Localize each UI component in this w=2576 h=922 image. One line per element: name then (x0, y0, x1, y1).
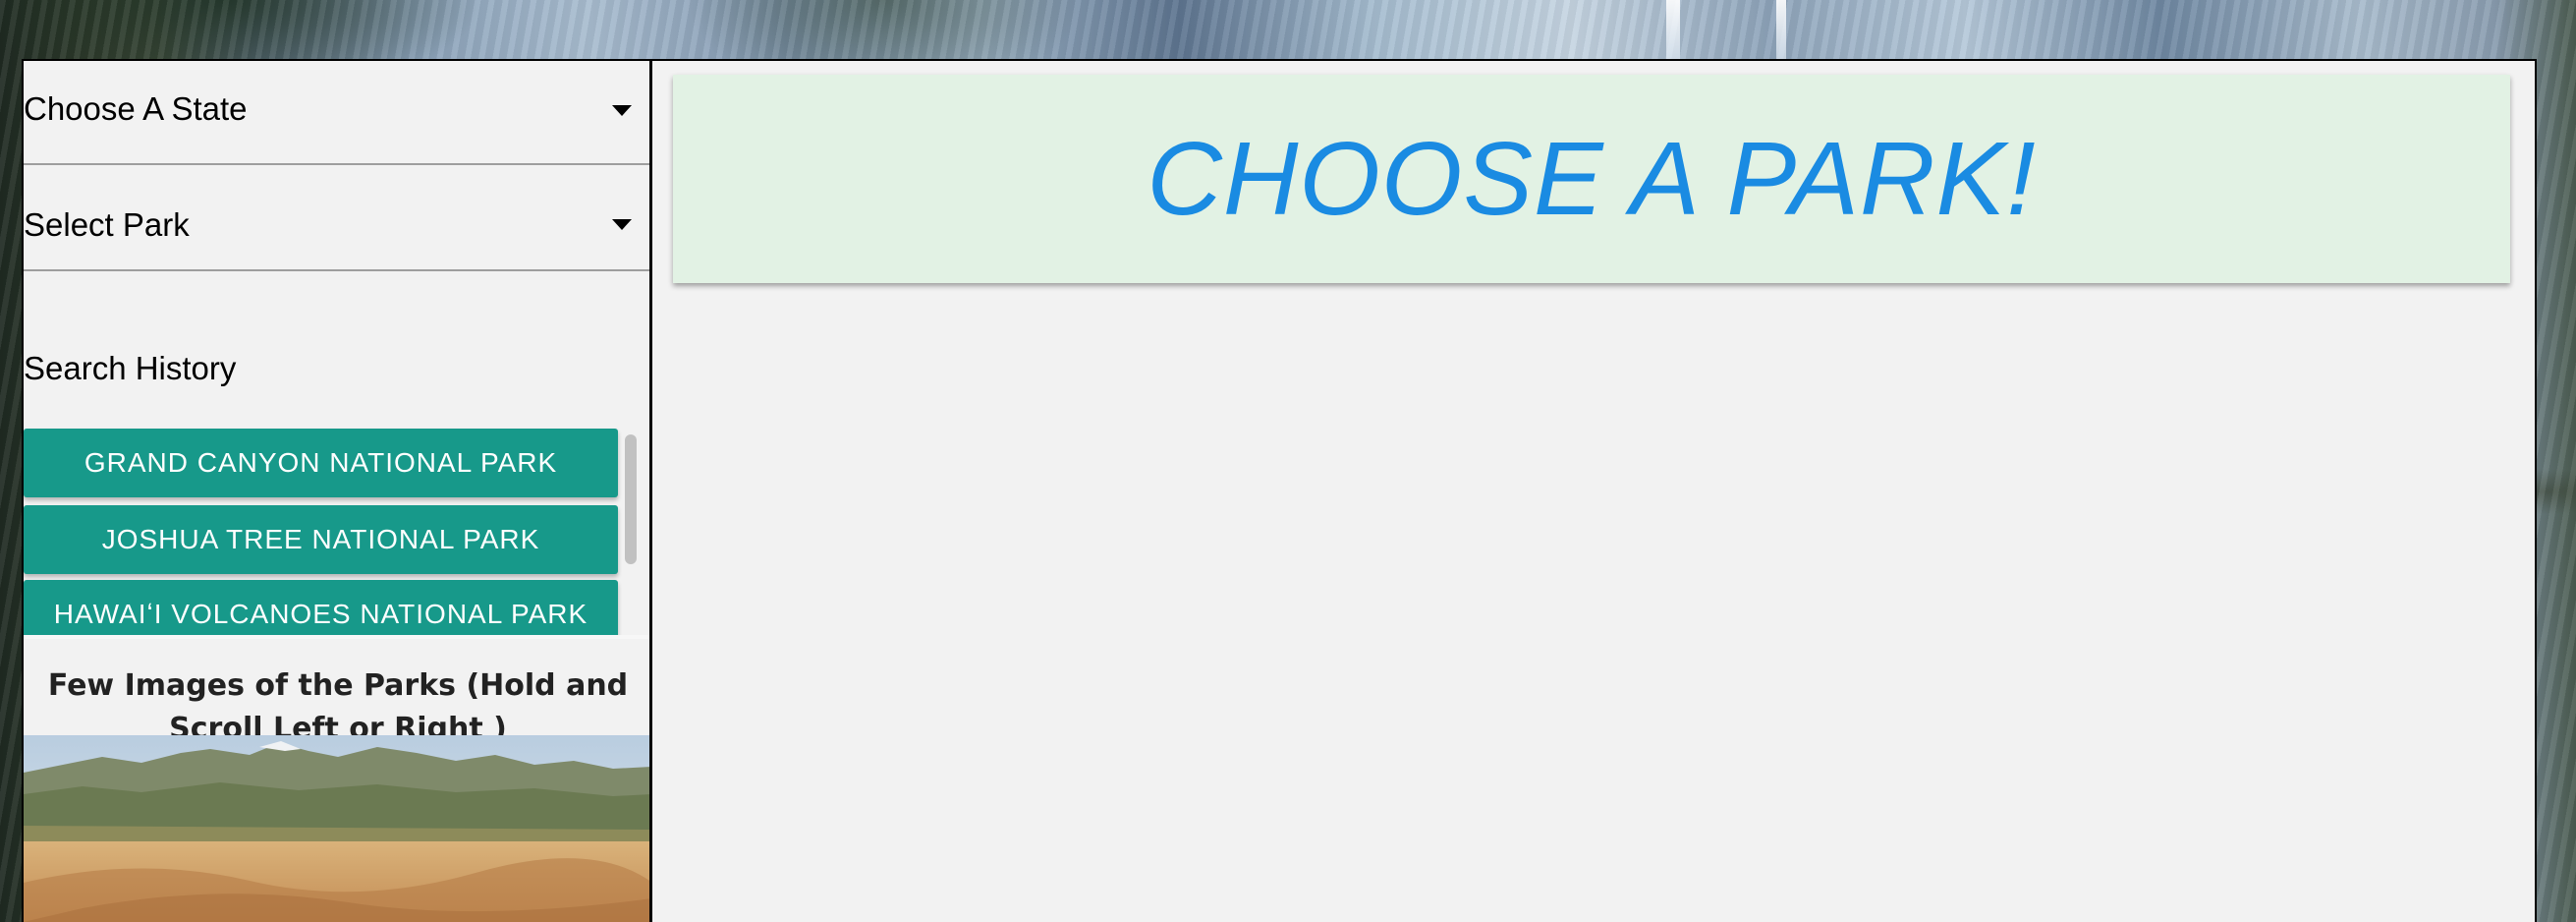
history-button-grand-canyon[interactable]: GRAND CANYON NATIONAL PARK (24, 429, 618, 497)
history-scrollbar[interactable] (625, 434, 637, 564)
page-title: CHOOSE A PARK! (1147, 120, 2037, 237)
app-container: Choose A State Select Park Search Histor… (22, 59, 2537, 922)
divider (24, 635, 649, 639)
search-history-list[interactable]: GRAND CANYON NATIONAL PARK JOSHUA TREE N… (24, 368, 649, 635)
park-image-carousel[interactable] (24, 735, 649, 922)
history-button-joshua-tree[interactable]: JOSHUA TREE NATIONAL PARK (24, 505, 618, 574)
background-waterfall (1666, 0, 1680, 61)
state-select[interactable]: Choose A State (24, 61, 649, 165)
history-button-hawaii-volcanoes[interactable]: HAWAIʻI VOLCANOES NATIONAL PARK (24, 580, 618, 635)
park-select[interactable]: Select Park (24, 165, 649, 271)
background-waterfall (1776, 0, 1786, 61)
park-select-value: Select Park (24, 206, 190, 243)
chevron-down-icon (612, 105, 632, 116)
main-panel: CHOOSE A PARK! (652, 61, 2535, 922)
sand-dunes-image (24, 735, 649, 922)
sidebar: Choose A State Select Park Search Histor… (24, 61, 652, 922)
state-select-value: Choose A State (24, 90, 248, 127)
chevron-down-icon (612, 219, 632, 230)
title-card: CHOOSE A PARK! (673, 75, 2510, 283)
